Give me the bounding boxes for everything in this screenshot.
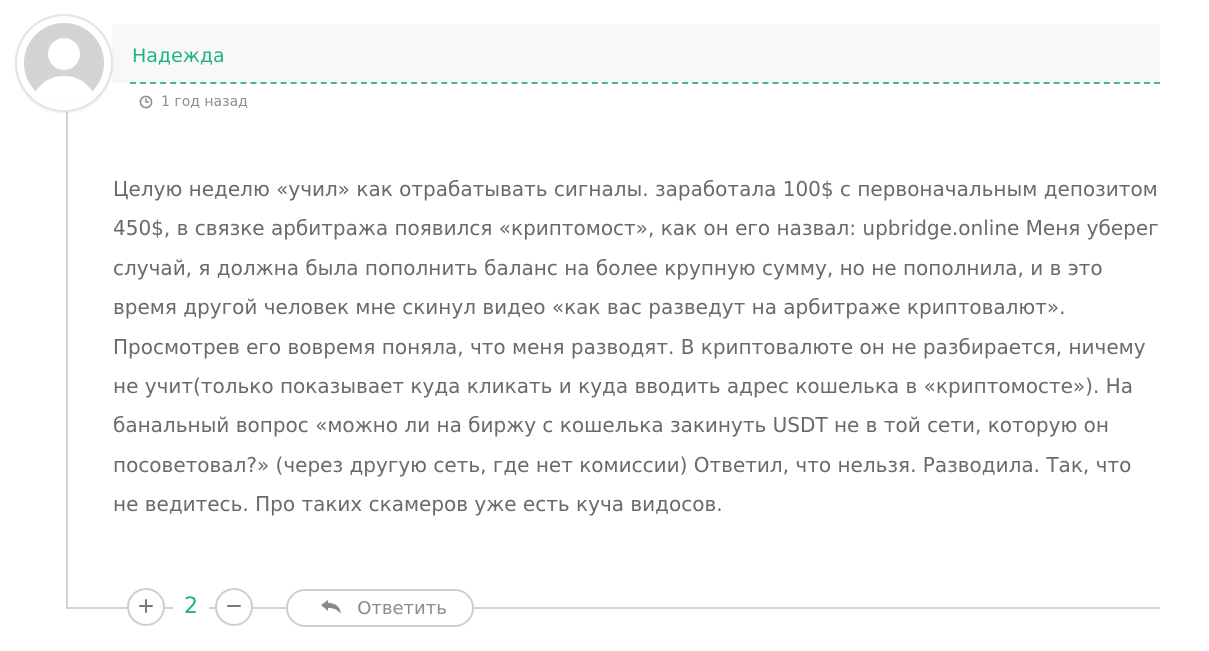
avatar [15, 14, 113, 112]
header-divider [130, 82, 1160, 84]
default-avatar-icon [24, 23, 104, 103]
vote-up-button[interactable] [127, 588, 165, 626]
comment: Надежда 1 год назад Целую неделю «учил» … [0, 0, 1209, 651]
vote-down-button[interactable] [215, 588, 253, 626]
reply-label: Ответить [357, 597, 447, 619]
reply-button[interactable]: Ответить [286, 589, 474, 627]
timestamp-text: 1 год назад [161, 94, 248, 110]
clock-icon [139, 95, 153, 109]
plus-icon [138, 598, 154, 617]
reply-arrow-icon [319, 599, 343, 617]
vote-count: 2 [173, 588, 209, 626]
comment-text: Целую неделю «учил» как отрабатывать сиг… [113, 177, 1159, 517]
thread-line-vertical [66, 110, 68, 608]
minus-icon [226, 598, 242, 617]
author-name[interactable]: Надежда [132, 44, 225, 68]
comment-timestamp: 1 год назад [139, 93, 248, 111]
comment-header [112, 24, 1160, 83]
